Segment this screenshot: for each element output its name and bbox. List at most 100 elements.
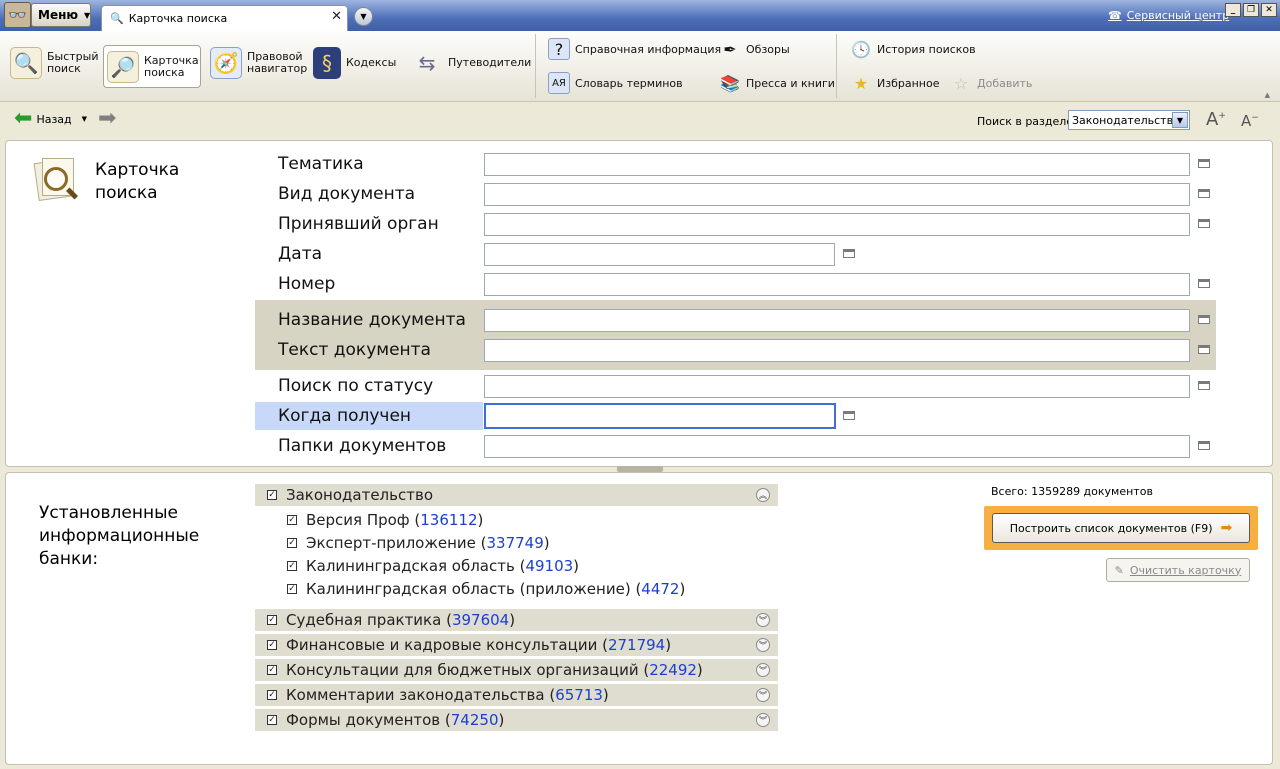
- clear-card-button[interactable]: ✎ Очистить карточку: [1106, 558, 1250, 582]
- bank-item-count[interactable]: 136112: [420, 511, 477, 529]
- expand-icon[interactable]: ︾: [756, 638, 770, 652]
- folders-dictionary-icon[interactable]: [1198, 441, 1210, 450]
- checkbox[interactable]: ✓: [287, 561, 297, 571]
- checkbox[interactable]: ✓: [267, 715, 277, 725]
- number-dictionary-icon[interactable]: [1198, 279, 1210, 288]
- section-select[interactable]: Законодательство ▼: [1068, 110, 1190, 130]
- doc-type-dictionary-icon[interactable]: [1198, 189, 1210, 198]
- checkbox[interactable]: ✓: [287, 584, 297, 594]
- received-input[interactable]: [484, 403, 836, 429]
- status-input[interactable]: [484, 375, 1190, 398]
- search-history-button[interactable]: 🕓 История поисков: [850, 38, 976, 60]
- topic-input[interactable]: [484, 153, 1190, 176]
- bank-group-count[interactable]: 65713: [555, 686, 603, 704]
- quick-search-label: Быстрый поиск: [47, 50, 99, 75]
- bank-group-count[interactable]: 74250: [451, 711, 499, 729]
- bank-item[interactable]: ✓ Версия Проф (136112): [287, 511, 483, 529]
- menu-button[interactable]: Меню ▼: [31, 3, 91, 27]
- received-dictionary-icon[interactable]: [843, 411, 855, 420]
- doc-type-input[interactable]: [484, 183, 1190, 206]
- bank-group[interactable]: ✓ Судебная практика (397604) ︾: [255, 609, 778, 631]
- doc-name-input[interactable]: [484, 309, 1190, 332]
- bank-group-name: Консультации для бюджетных организаций: [286, 661, 639, 679]
- chevron-down-icon[interactable]: ▼: [1172, 112, 1188, 128]
- checkbox[interactable]: ✓: [267, 615, 277, 625]
- codes-label: Кодексы: [346, 56, 397, 69]
- number-input[interactable]: [484, 273, 1190, 296]
- app-logo-icon: 👓: [4, 2, 31, 28]
- collapse-toolbar-icon[interactable]: ▲: [1265, 91, 1270, 99]
- back-button[interactable]: ⬅ Назад ▼: [14, 108, 87, 130]
- doc-text-label: Текст документа: [278, 340, 431, 360]
- font-decrease-icon[interactable]: A−: [1241, 112, 1259, 130]
- tab-search-card[interactable]: 🔍 Карточка поиска ✕: [101, 5, 348, 31]
- build-list-button[interactable]: Построить список документов (F9) ➡: [992, 513, 1250, 543]
- title-bar: 👓 Меню ▼ 🔍 Карточка поиска ✕ ▼ ☎ Сервисный…: [0, 0, 1280, 31]
- folders-input[interactable]: [484, 435, 1190, 458]
- add-label: Добавить: [977, 76, 1033, 90]
- reference-info-button[interactable]: ? Справочная информация: [548, 38, 721, 60]
- bank-group-count[interactable]: 271794: [608, 636, 665, 654]
- close-icon[interactable]: ✕: [331, 9, 342, 24]
- checkbox[interactable]: ✓: [287, 538, 297, 548]
- checkbox[interactable]: ✓: [267, 690, 277, 700]
- status-dictionary-icon[interactable]: [1198, 381, 1210, 390]
- expand-icon[interactable]: ︾: [756, 613, 770, 627]
- add-favorite-button[interactable]: ☆ Добавить: [950, 72, 1033, 94]
- bank-group-count[interactable]: 22492: [649, 661, 697, 679]
- bank-group-count[interactable]: 397604: [452, 611, 509, 629]
- authority-input[interactable]: [484, 213, 1190, 236]
- telephone-icon: ☎: [1108, 9, 1122, 22]
- maximize-button[interactable]: ❐: [1243, 3, 1259, 17]
- bank-item-count[interactable]: 337749: [486, 534, 543, 552]
- favorites-button[interactable]: ★ Избранное: [850, 72, 940, 94]
- bank-item-count[interactable]: 4472: [641, 580, 679, 598]
- bank-item-name: Калининградская область (приложение): [306, 580, 631, 598]
- checkbox[interactable]: ✓: [267, 490, 277, 500]
- bank-group[interactable]: ✓ Финансовые и кадровые консультации (27…: [255, 634, 778, 656]
- checkbox[interactable]: ✓: [287, 515, 297, 525]
- bank-group[interactable]: ✓ Консультации для бюджетных организаций…: [255, 659, 778, 681]
- font-increase-icon[interactable]: A+: [1206, 109, 1226, 130]
- bank-item-count[interactable]: 49103: [525, 557, 573, 575]
- close-window-button[interactable]: ✕: [1261, 3, 1277, 17]
- chevron-down-icon[interactable]: ▼: [82, 115, 87, 123]
- doc-text-dictionary-icon[interactable]: [1198, 345, 1210, 354]
- reviews-button[interactable]: ✒ Обзоры: [719, 38, 789, 60]
- compass-icon: 🧭: [210, 47, 242, 79]
- bank-group-legislation[interactable]: ✓ Законодательство ︽: [255, 484, 778, 506]
- expand-icon[interactable]: ︾: [756, 713, 770, 727]
- expand-icon[interactable]: ︾: [756, 688, 770, 702]
- doc-name-label: Название документа: [278, 310, 466, 330]
- topic-dictionary-icon[interactable]: [1198, 159, 1210, 168]
- collapse-icon[interactable]: ︽: [756, 488, 770, 502]
- date-dictionary-icon[interactable]: [843, 249, 855, 258]
- checkbox[interactable]: ✓: [267, 665, 277, 675]
- main-toolbar: 🔍 Быстрый поиск 🔎 Карточка поиска 🧭 Прав…: [0, 31, 1280, 102]
- tab-list-button[interactable]: ▼: [354, 7, 373, 26]
- bank-item[interactable]: ✓ Эксперт-приложение (337749): [287, 534, 550, 552]
- service-center-link[interactable]: ☎ Сервисный центр: [1108, 9, 1229, 22]
- search-card-title: Карточка поиска: [95, 160, 180, 203]
- doc-name-dictionary-icon[interactable]: [1198, 315, 1210, 324]
- bank-item[interactable]: ✓ Калининградская область (приложение) (…: [287, 580, 685, 598]
- search-card-button[interactable]: 🔎 Карточка поиска: [103, 45, 201, 88]
- guides-button[interactable]: ⇆ Путеводители: [411, 47, 532, 79]
- quick-search-button[interactable]: 🔍 Быстрый поиск: [10, 47, 99, 79]
- authority-dictionary-icon[interactable]: [1198, 219, 1210, 228]
- bank-group[interactable]: ✓ Формы документов (74250) ︾: [255, 709, 778, 731]
- minimize-button[interactable]: _: [1225, 3, 1241, 17]
- doc-text-input[interactable]: [484, 339, 1190, 362]
- expand-icon[interactable]: ︾: [756, 663, 770, 677]
- bank-item[interactable]: ✓ Калининградская область (49103): [287, 557, 579, 575]
- codes-button[interactable]: § Кодексы: [313, 47, 396, 79]
- date-input[interactable]: [484, 243, 835, 266]
- menu-label: Меню: [38, 8, 79, 22]
- bank-group[interactable]: ✓ Комментарии законодательства (65713) ︾: [255, 684, 778, 706]
- star-add-icon: ☆: [953, 73, 969, 93]
- arrow-right-icon[interactable]: ➡: [98, 108, 116, 130]
- press-books-button[interactable]: 📚 Пресса и книги: [719, 72, 835, 94]
- checkbox[interactable]: ✓: [267, 640, 277, 650]
- legal-navigator-button[interactable]: 🧭 Правовой навигатор: [210, 47, 307, 79]
- glossary-button[interactable]: АЯ Словарь терминов: [548, 72, 683, 94]
